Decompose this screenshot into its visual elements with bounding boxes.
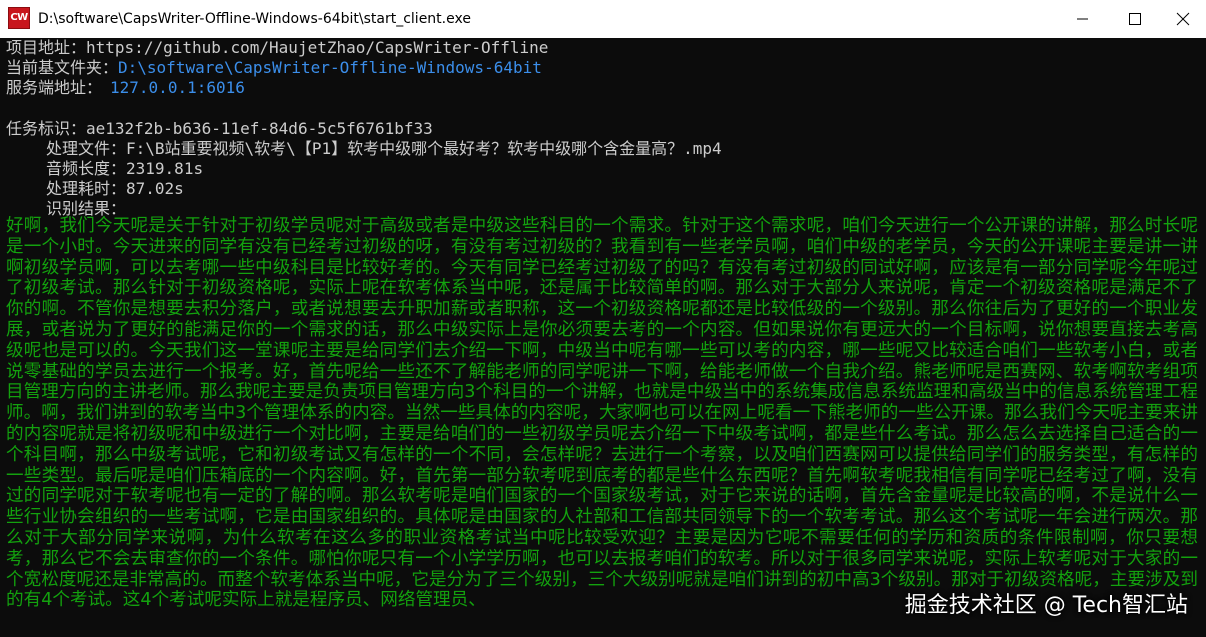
task-id-value: ae132f2b-b636-11ef-84d6-5c5f6761bf33 — [86, 119, 433, 138]
base-folder-label: 当前基文件夹： — [6, 58, 119, 77]
audio-length-value: 2319.81s — [126, 159, 204, 178]
project-url-value: https://github.com/HaujetZhao/CapsWriter… — [86, 38, 549, 57]
console-window: CW D:\software\CapsWriter-Offline-Window… — [0, 0, 1206, 637]
processing-file-value: F:\B站重要视频\软考\【P1】软考中级哪个最好考？软考中级哪个含金量高？.m… — [126, 139, 722, 158]
server-address-value: 127.0.0.1:6016 — [110, 78, 245, 97]
base-folder-value: D:\software\CapsWriter-Offline-Windows-6… — [118, 58, 542, 77]
close-icon — [1176, 12, 1190, 26]
recognition-result-text: 好啊，我们今天呢是关于针对于初级学员呢对于高级或者是中级这些科目的一个需求。针对… — [6, 216, 1198, 611]
processing-file-label: 处理文件： — [46, 139, 127, 158]
console-output[interactable]: 项目地址：https://github.com/HaujetZhao/CapsW… — [0, 38, 1206, 637]
processing-time-label: 处理耗时： — [46, 179, 127, 198]
maximize-icon — [1129, 13, 1141, 25]
audio-length-line: 音频长度：2319.81s — [46, 159, 203, 179]
processing-time-value: 87.02s — [126, 179, 184, 198]
server-address-label: 服务端地址： — [6, 78, 103, 97]
maximize-button[interactable] — [1112, 0, 1158, 38]
processing-time-line: 处理耗时：87.02s — [46, 179, 184, 199]
processing-file-line: 处理文件：F:\B站重要视频\软考\【P1】软考中级哪个最好考？软考中级哪个含金… — [46, 139, 722, 159]
app-icon: CW — [8, 7, 30, 29]
minimize-button[interactable] — [1060, 0, 1106, 38]
window-title: D:\software\CapsWriter-Offline-Windows-6… — [38, 11, 471, 27]
title-bar[interactable]: CW D:\software\CapsWriter-Offline-Window… — [0, 0, 1206, 38]
project-url-line: 项目地址：https://github.com/HaujetZhao/CapsW… — [6, 38, 548, 58]
task-id-line: 任务标识：ae132f2b-b636-11ef-84d6-5c5f6761bf3… — [6, 119, 433, 139]
close-button[interactable] — [1160, 0, 1206, 38]
base-folder-line: 当前基文件夹：D:\software\CapsWriter-Offline-Wi… — [6, 58, 542, 78]
minimize-icon — [1077, 18, 1088, 20]
task-id-label: 任务标识： — [6, 119, 87, 138]
server-address-line: 服务端地址： 127.0.0.1:6016 — [6, 78, 245, 98]
project-url-label: 项目地址： — [6, 38, 87, 57]
audio-length-label: 音频长度： — [46, 159, 127, 178]
watermark: 掘金技术社区 @ Tech智汇站 — [904, 593, 1188, 618]
